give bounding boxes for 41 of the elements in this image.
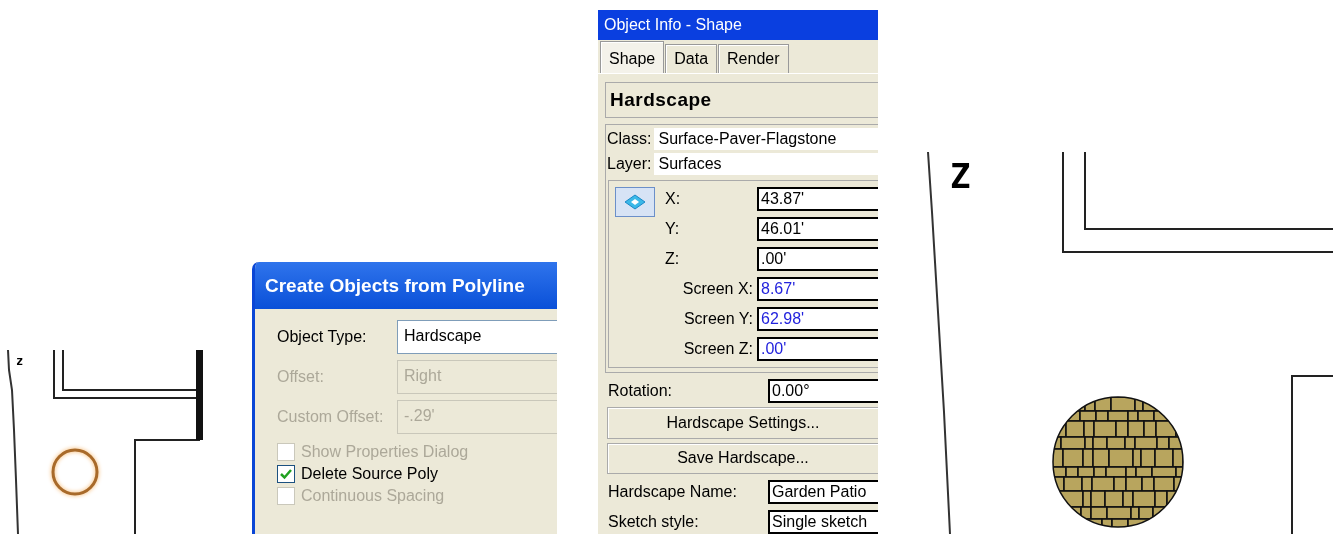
diamond-grid-icon bbox=[624, 194, 646, 210]
tab[interactable]: Shape bbox=[600, 41, 665, 73]
field-label: Object Type: bbox=[277, 328, 368, 346]
selected-circle-shape bbox=[51, 448, 99, 496]
north-mark: Z bbox=[950, 156, 971, 196]
coordinate-field[interactable]: 43.87' bbox=[757, 187, 878, 211]
coordinate-field[interactable]: 62.98' bbox=[757, 307, 878, 331]
field-label: Rotation: bbox=[608, 382, 674, 400]
coordinate-label: Screen Z: bbox=[682, 340, 754, 358]
object-type-heading: Hardscape bbox=[605, 82, 878, 118]
field-label: Custom Offset: bbox=[277, 408, 385, 426]
tab[interactable]: Data bbox=[665, 44, 718, 73]
coordinate-label: X: bbox=[665, 190, 682, 208]
coordinate-label: Screen X: bbox=[681, 280, 754, 298]
coordinate-label: Y: bbox=[665, 220, 681, 238]
field-label: Class: bbox=[607, 130, 652, 148]
checkbox[interactable] bbox=[277, 465, 295, 483]
field-label: Offset: bbox=[277, 368, 325, 386]
property-field[interactable]: Garden Patio bbox=[768, 480, 878, 504]
class-dropdown[interactable]: Surface-Paver-Flagstone bbox=[654, 128, 878, 150]
field-label: Sketch style: bbox=[608, 513, 700, 531]
dialog-title: Create Objects from Polyline bbox=[255, 262, 557, 309]
input-field[interactable]: Hardscape bbox=[397, 320, 557, 354]
coordinate-field[interactable]: 8.67' bbox=[757, 277, 878, 301]
settings-button[interactable]: Hardscape Settings... bbox=[607, 407, 878, 439]
coordinate-field[interactable]: 46.01' bbox=[757, 217, 878, 241]
panel-title: Object Info - Shape bbox=[598, 10, 878, 40]
rotation-field[interactable]: 0.00° bbox=[768, 379, 878, 403]
property-field[interactable]: Single sketch bbox=[768, 510, 878, 534]
layer-dropdown[interactable]: Surfaces bbox=[654, 153, 878, 175]
coordinate-label: Z: bbox=[665, 250, 681, 268]
coordinate-label: Screen Y: bbox=[682, 310, 754, 328]
position-button[interactable] bbox=[615, 187, 655, 217]
north-mark: z bbox=[16, 354, 24, 368]
settings-button[interactable]: Save Hardscape... bbox=[607, 442, 878, 474]
coordinate-field[interactable]: .00' bbox=[757, 247, 878, 271]
field-label: Hardscape Name: bbox=[608, 483, 738, 501]
checkbox-option[interactable]: Delete Source Poly bbox=[277, 465, 557, 483]
coordinate-field[interactable]: .00' bbox=[757, 337, 878, 361]
tab[interactable]: Render bbox=[718, 44, 789, 73]
field-label: Layer: bbox=[607, 155, 652, 173]
